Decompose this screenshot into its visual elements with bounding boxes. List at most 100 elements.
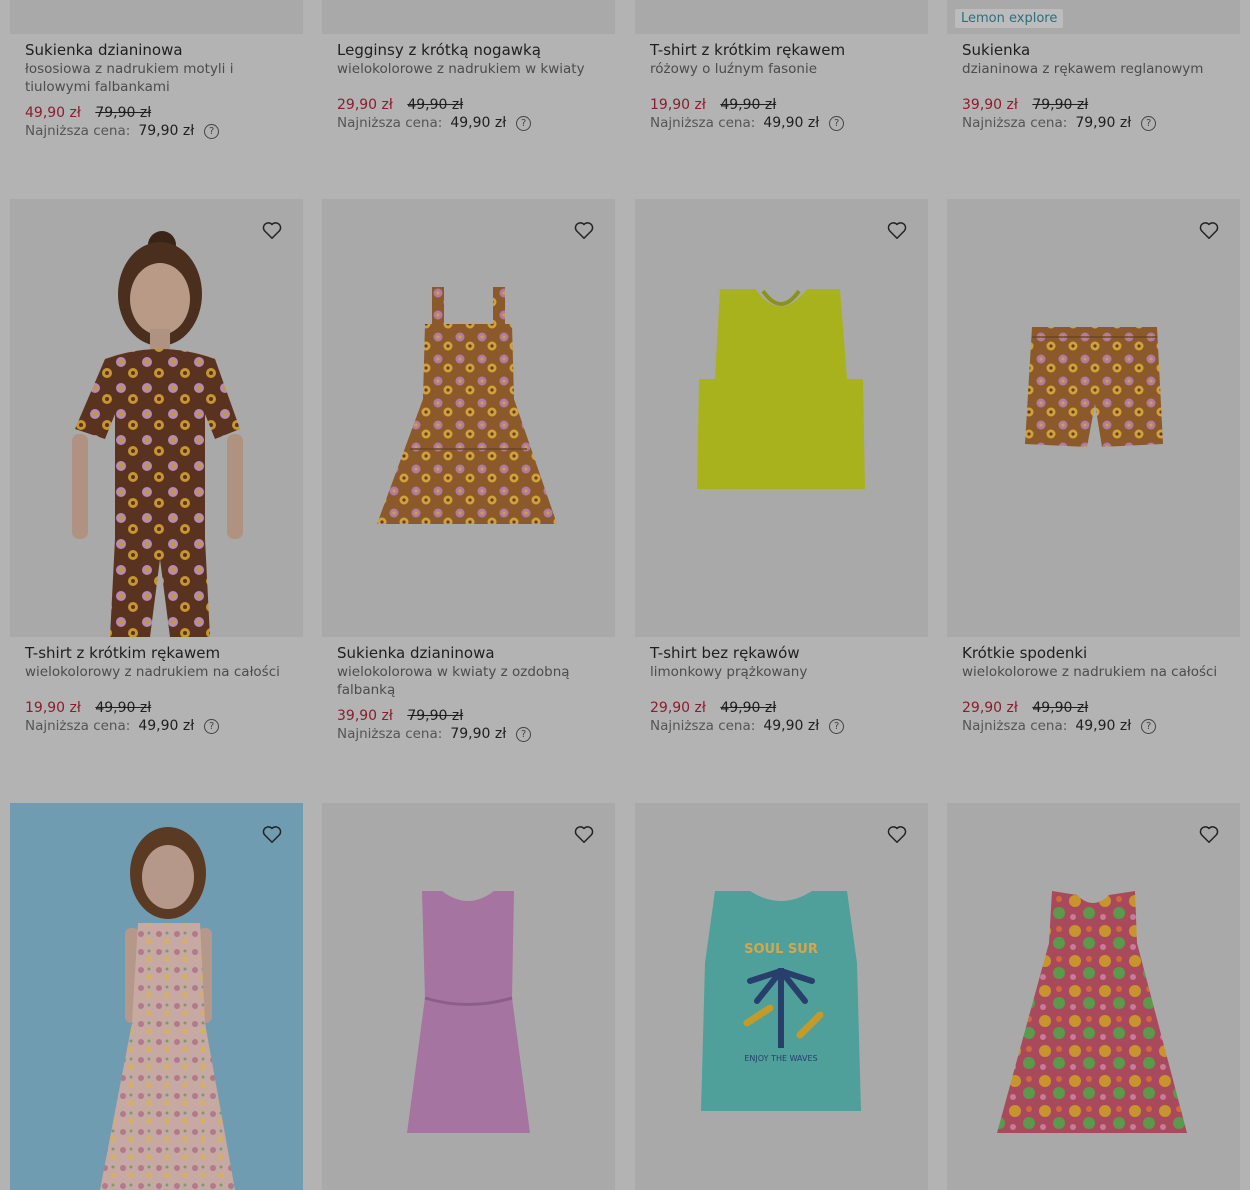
product-image[interactable]: [10, 0, 303, 34]
product-title[interactable]: T-shirt z krótkim rękawem: [25, 643, 295, 663]
lowest-price-row: Najniższa cena: 49,90 zł ?: [650, 114, 920, 132]
lowest-price-row: Najniższa cena: 79,90 zł ?: [337, 725, 607, 743]
floral-dress-illustration: [377, 287, 557, 524]
heart-outline-icon[interactable]: [886, 823, 908, 845]
lowest-price-row: Najniższa cena: 79,90 zł ?: [25, 122, 295, 140]
price-block: 39,90 zł 79,90 zł: [962, 96, 1232, 114]
product-subtitle: różowy o luźnym fasonie: [650, 61, 818, 77]
product-title[interactable]: Krótkie spodenki: [962, 643, 1232, 663]
brand-tag: Lemon explore: [955, 9, 1064, 28]
question-circle-icon[interactable]: ?: [1141, 718, 1157, 734]
product-image[interactable]: Lemon explore: [947, 0, 1240, 34]
lowest-price-label: Najniższa cena:: [962, 718, 1068, 734]
product-subtitle: dzianinowa z rękawem reglanowym: [962, 61, 1204, 77]
product-title[interactable]: T-shirt z krótkim rękawem: [650, 40, 920, 60]
colorful-dress-illustration: [997, 891, 1187, 1133]
question-circle-icon[interactable]: ?: [516, 115, 532, 131]
lowest-price-label: Najniższa cena:: [650, 115, 756, 131]
original-price: 79,90 zł: [95, 105, 152, 121]
sale-price: 39,90 zł: [337, 708, 393, 724]
lowest-price-value: 49,90 zł: [763, 718, 820, 734]
pink-dress-illustration: [407, 891, 530, 1133]
price-block: 39,90 zł 79,90 zł: [337, 707, 607, 725]
original-price: 49,90 zł: [95, 700, 152, 716]
heart-outline-icon[interactable]: [261, 823, 283, 845]
product-subtitle: wielokolorowe z nadrukiem w kwiaty: [337, 61, 585, 77]
floral-shorts-illustration: [1025, 327, 1163, 447]
product-image[interactable]: [635, 0, 928, 34]
product-subtitle: łososiowa z nadrukiem motyli i tiulowymi…: [25, 61, 234, 95]
product-subtitle: wielokolorowy z nadrukiem na całości: [25, 664, 280, 680]
lowest-price-row: Najniższa cena: 49,90 zł ?: [337, 114, 607, 132]
lowest-price-value: 49,90 zł: [450, 115, 507, 131]
question-circle-icon[interactable]: ?: [829, 718, 845, 734]
sale-price: 29,90 zł: [962, 700, 1018, 716]
heart-outline-icon[interactable]: [1198, 219, 1220, 241]
lowest-price-label: Najniższa cena:: [25, 718, 131, 734]
original-price: 49,90 zł: [1032, 700, 1089, 716]
lowest-price-row: Najniższa cena: 49,90 zł ?: [25, 717, 295, 735]
price-block: 29,90 zł 49,90 zł: [962, 699, 1232, 717]
lowest-price-value: 49,90 zł: [763, 115, 820, 131]
lowest-price-label: Najniższa cena:: [337, 115, 443, 131]
lowest-price-label: Najniższa cena:: [25, 123, 131, 139]
product-title[interactable]: Legginsy z krótką nogawką: [337, 40, 607, 60]
lowest-price-value: 49,90 zł: [138, 718, 195, 734]
heart-outline-icon[interactable]: [573, 219, 595, 241]
original-price: 49,90 zł: [407, 97, 464, 113]
product-image[interactable]: [635, 199, 928, 637]
lowest-price-label: Najniższa cena:: [962, 115, 1068, 131]
product-subtitle: limonkowy prążkowany: [650, 664, 808, 680]
product-image[interactable]: [10, 803, 303, 1190]
print-top-text: SOUL SUR: [744, 942, 818, 957]
product-image[interactable]: [947, 199, 1240, 637]
product-image[interactable]: [322, 0, 615, 34]
price-block: 19,90 zł 49,90 zł: [650, 96, 920, 114]
girl-model-illustration: [72, 231, 243, 637]
lime-tank-illustration: [697, 289, 865, 489]
sale-price: 29,90 zł: [650, 700, 706, 716]
original-price: 49,90 zł: [720, 700, 777, 716]
lowest-price-value: 79,90 zł: [138, 123, 195, 139]
product-subtitle: wielokolorowe z nadrukiem na całości: [962, 664, 1218, 680]
product-image[interactable]: [322, 803, 615, 1190]
sale-price: 29,90 zł: [337, 97, 393, 113]
sale-price: 19,90 zł: [25, 700, 81, 716]
product-subtitle: wielokolorowa w kwiaty z ozdobną falbank…: [337, 664, 570, 698]
product-title[interactable]: Sukienka: [962, 40, 1232, 60]
girl-jumpsuit-illustration: [100, 827, 235, 1190]
turquoise-tank-illustration: SOUL SUR ENJOY THE WAVES: [701, 891, 861, 1111]
product-title[interactable]: Sukienka dzianinowa: [337, 643, 607, 663]
question-circle-icon[interactable]: ?: [204, 123, 220, 139]
original-price: 79,90 zł: [407, 708, 464, 724]
sale-price: 19,90 zł: [650, 97, 706, 113]
price-block: 49,90 zł 79,90 zł: [25, 104, 295, 122]
question-circle-icon[interactable]: ?: [204, 718, 220, 734]
question-circle-icon[interactable]: ?: [1141, 115, 1157, 131]
print-bottom-text: ENJOY THE WAVES: [744, 1054, 817, 1063]
lowest-price-row: Najniższa cena: 49,90 zł ?: [962, 717, 1232, 735]
heart-outline-icon[interactable]: [886, 219, 908, 241]
heart-outline-icon[interactable]: [261, 219, 283, 241]
product-title[interactable]: T-shirt bez rękawów: [650, 643, 920, 663]
lowest-price-value: 79,90 zł: [1075, 115, 1132, 131]
sale-price: 49,90 zł: [25, 105, 81, 121]
product-image[interactable]: [947, 803, 1240, 1190]
heart-outline-icon[interactable]: [573, 823, 595, 845]
product-title[interactable]: Sukienka dzianinowa: [25, 40, 295, 60]
price-block: 29,90 zł 49,90 zł: [337, 96, 607, 114]
product-image[interactable]: [10, 199, 303, 637]
sale-price: 39,90 zł: [962, 97, 1018, 113]
lowest-price-row: Najniższa cena: 79,90 zł ?: [962, 114, 1232, 132]
product-image[interactable]: [322, 199, 615, 637]
original-price: 79,90 zł: [1032, 97, 1089, 113]
lowest-price-label: Najniższa cena:: [650, 718, 756, 734]
question-circle-icon[interactable]: ?: [829, 115, 845, 131]
lowest-price-value: 79,90 zł: [450, 726, 507, 742]
price-block: 29,90 zł 49,90 zł: [650, 699, 920, 717]
heart-outline-icon[interactable]: [1198, 823, 1220, 845]
question-circle-icon[interactable]: ?: [516, 726, 532, 742]
product-image[interactable]: SOUL SUR ENJOY THE WAVES: [635, 803, 928, 1190]
lowest-price-label: Najniższa cena:: [337, 726, 443, 742]
original-price: 49,90 zł: [720, 97, 777, 113]
